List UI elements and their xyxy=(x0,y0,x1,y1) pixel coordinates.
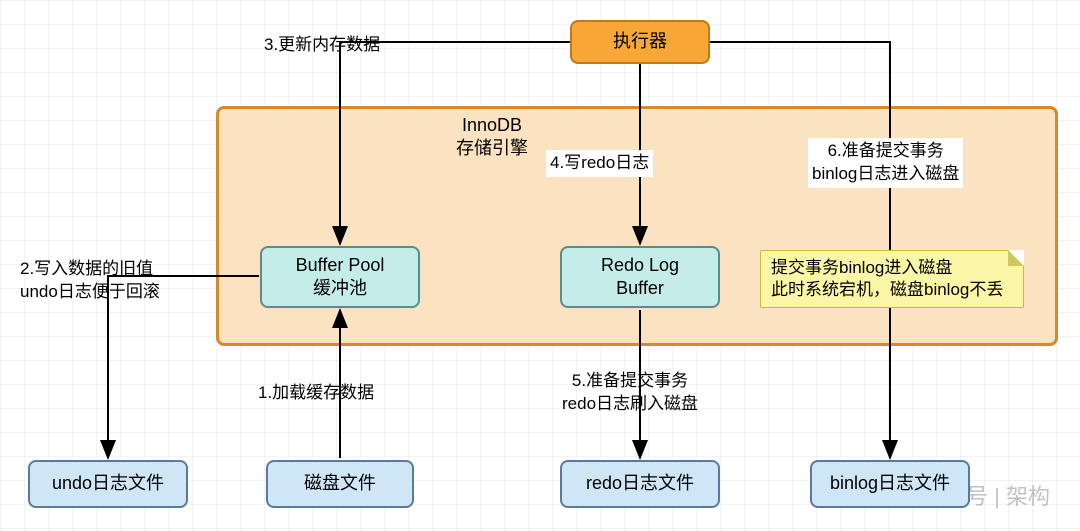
undo-file-label: undo日志文件 xyxy=(52,472,164,495)
innodb-title-line1: InnoDB xyxy=(432,114,552,137)
buffer-pool-box: Buffer Pool 缓冲池 xyxy=(260,246,420,308)
note-line2: 此时系统宕机，磁盘binlog不丢 xyxy=(771,279,1003,301)
redo-log-buffer-line2: Buffer xyxy=(601,277,679,300)
redo-log-buffer-box: Redo Log Buffer xyxy=(560,246,720,308)
step2-label: 2.写入数据的旧值 undo日志便于回滚 xyxy=(20,258,160,304)
executor-box: 执行器 xyxy=(570,20,710,64)
step4-label: 4.写redo日志 xyxy=(546,150,653,177)
innodb-title-line2: 存储引擎 xyxy=(432,137,552,160)
redo-log-buffer-line1: Redo Log xyxy=(601,254,679,277)
note-fold-icon xyxy=(1008,250,1024,266)
binlog-file-label: binlog日志文件 xyxy=(830,472,950,495)
note-line1: 提交事务binlog进入磁盘 xyxy=(771,257,1003,279)
step3-label: 3.更新内存数据 xyxy=(264,34,380,57)
disk-file-label: 磁盘文件 xyxy=(304,472,376,495)
buffer-pool-line2: 缓冲池 xyxy=(296,277,385,300)
step5-label: 5.准备提交事务 redo日志刷入磁盘 xyxy=(562,370,698,416)
binlog-file-box: binlog日志文件 xyxy=(810,460,970,508)
note-box: 提交事务binlog进入磁盘 此时系统宕机，磁盘binlog不丢 xyxy=(760,250,1024,308)
step6-label: 6.准备提交事务 binlog日志进入磁盘 xyxy=(808,138,963,188)
redo-file-label: redo日志文件 xyxy=(586,472,694,495)
redo-file-box: redo日志文件 xyxy=(560,460,720,508)
undo-file-box: undo日志文件 xyxy=(28,460,188,508)
buffer-pool-line1: Buffer Pool xyxy=(296,254,385,277)
step1-label: 1.加载缓存数据 xyxy=(258,382,374,405)
disk-file-box: 磁盘文件 xyxy=(266,460,414,508)
innodb-title: InnoDB 存储引擎 xyxy=(432,114,552,161)
executor-label: 执行器 xyxy=(613,30,667,53)
